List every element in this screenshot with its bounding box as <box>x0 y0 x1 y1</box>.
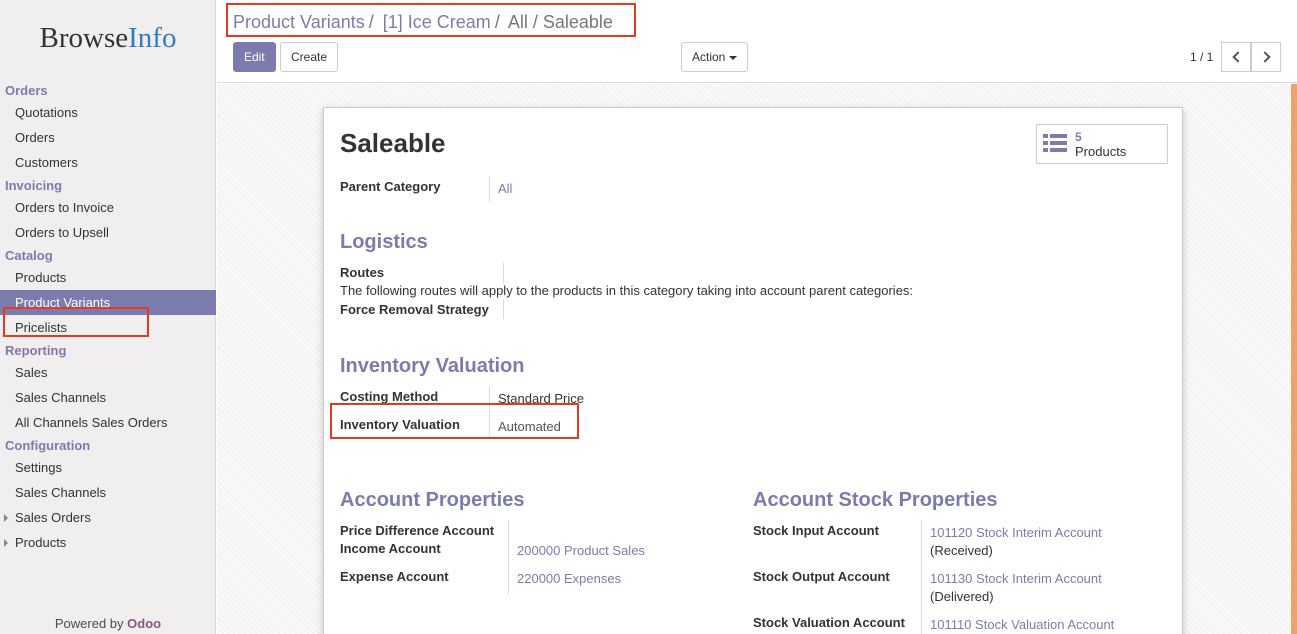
inventory-valuation-title: Inventory Valuation <box>340 355 525 377</box>
logistics-title: Logistics <box>340 231 428 253</box>
scrollbar[interactable] <box>1291 84 1297 634</box>
stock-output-account-link[interactable]: 101130 Stock Interim Account <box>930 571 1102 586</box>
stock-input-account-sub: (Received) <box>930 543 993 558</box>
parent-category-link[interactable]: All <box>498 181 512 196</box>
logo-main-text: Browse <box>39 22 129 54</box>
sidebar-item-products[interactable]: Products <box>0 265 216 290</box>
pager-next-button[interactable] <box>1251 42 1281 72</box>
sidebar-item-customers[interactable]: Customers <box>0 150 216 175</box>
income-account-link[interactable]: 200000 Product Sales <box>517 543 645 558</box>
products-count-label: Products <box>1075 144 1127 159</box>
highlight-inventory-valuation <box>330 403 579 439</box>
powered-prefix: Powered by <box>54 616 124 631</box>
stock-output-account-label: Stock Output Account <box>753 569 890 584</box>
sidebar-item-config-products[interactable]: Products <box>0 530 216 555</box>
app-logo[interactable]: BrowseInfo <box>0 22 216 55</box>
sidebar-item-all-channels-sales-orders[interactable]: All Channels Sales Orders <box>0 410 216 435</box>
highlight-product-variants <box>3 307 149 337</box>
highlight-breadcrumb <box>226 3 636 37</box>
chevron-right-icon <box>1259 51 1271 63</box>
create-button[interactable]: Create <box>280 42 339 72</box>
menu-section-orders: Orders <box>5 83 48 98</box>
field-divider <box>921 520 922 634</box>
logo-accent-text: Info <box>128 22 177 54</box>
menu-section-invoicing: Invoicing <box>5 178 63 193</box>
sidebar-item-sales-channels[interactable]: Sales Channels <box>0 385 216 410</box>
pager-value[interactable]: 1 / 1 <box>1190 50 1213 64</box>
field-divider <box>503 299 504 319</box>
sidebar-item-sales[interactable]: Sales <box>0 360 216 385</box>
sidebar-item-quotations[interactable]: Quotations <box>0 100 216 125</box>
expand-caret-icon <box>4 514 8 522</box>
expense-account-link[interactable]: 220000 Expenses <box>517 571 621 586</box>
expense-account-label: Expense Account <box>340 569 449 584</box>
field-divider <box>508 520 509 594</box>
expand-caret-icon <box>4 539 8 547</box>
income-account-label: Income Account <box>340 541 441 556</box>
powered-brand-link[interactable]: Odoo <box>127 616 161 631</box>
chevron-left-icon <box>1232 51 1244 63</box>
sidebar-item-orders[interactable]: Orders <box>0 125 216 150</box>
field-divider <box>503 262 504 284</box>
powered-by: Powered by Odoo <box>0 616 216 634</box>
action-dropdown[interactable]: Action <box>681 42 749 72</box>
costing-method-label: Costing Method <box>340 389 439 404</box>
products-smart-button[interactable]: 5 Products <box>1036 124 1168 164</box>
sidebar-item-orders-to-upsell[interactable]: Orders to Upsell <box>0 220 216 245</box>
force-removal-strategy-label: Force Removal Strategy <box>340 302 489 317</box>
stock-output-account-sub: (Delivered) <box>930 589 994 604</box>
products-count: 5 <box>1075 130 1082 144</box>
stock-input-account-link[interactable]: 101120 Stock Interim Account <box>930 525 1102 540</box>
menu-section-configuration: Configuration <box>5 438 91 453</box>
price-difference-account-label: Price Difference Account <box>340 523 495 538</box>
sidebar-item-label: Sales Orders <box>15 510 91 525</box>
routes-label: Routes <box>340 265 385 280</box>
menu-section-reporting: Reporting <box>5 343 67 358</box>
menu-section-catalog: Catalog <box>5 248 53 263</box>
parent-category-label: Parent Category <box>340 179 441 194</box>
field-divider <box>489 176 490 202</box>
sidebar-item-label: Products <box>15 535 67 550</box>
account-stock-properties-title: Account Stock Properties <box>753 489 998 511</box>
sidebar-item-settings[interactable]: Settings <box>0 455 216 480</box>
sidebar-item-orders-to-invoice[interactable]: Orders to Invoice <box>0 195 216 220</box>
account-properties-title: Account Properties <box>340 489 525 511</box>
action-label: Action <box>692 50 726 64</box>
routes-note: The following routes will apply to the p… <box>340 283 914 298</box>
pager-previous-button[interactable] <box>1221 42 1251 72</box>
edit-button[interactable]: Edit <box>233 42 276 72</box>
stock-valuation-account-link[interactable]: 101110 Stock Valuation Account <box>930 617 1114 632</box>
stock-valuation-account-label: Stock Valuation Account <box>753 615 905 630</box>
sidebar-item-config-sales-channels[interactable]: Sales Channels <box>0 480 216 505</box>
stock-input-account-label: Stock Input Account <box>753 523 879 538</box>
form-sheet: Saleable 5 Products Parent Category All … <box>323 107 1183 634</box>
list-icon <box>1043 134 1067 154</box>
caret-down-icon <box>729 55 738 60</box>
sidebar-item-sales-orders[interactable]: Sales Orders <box>0 505 216 530</box>
record-title: Saleable <box>340 128 446 158</box>
